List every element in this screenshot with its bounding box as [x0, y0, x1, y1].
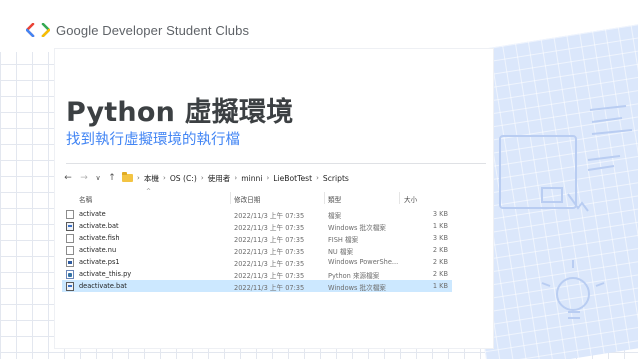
file-type: Windows 批次檔案 [328, 284, 386, 292]
file-row[interactable]: activate.bat 2022/11/3 上午 07:35 Windows … [62, 220, 452, 232]
file-type: Windows 批次檔案 [328, 224, 386, 232]
file-size: 3 KB [432, 210, 448, 218]
address-bar: ← → ∨ ↑ › 本機 › OS (C:) › 使用者 › minni › L… [62, 169, 452, 187]
breadcrumb-users[interactable]: 使用者 [208, 173, 231, 184]
breadcrumb-this-pc[interactable]: 本機 [144, 173, 159, 184]
column-type[interactable]: 類型 [328, 194, 341, 204]
file-row[interactable]: activate.nu 2022/11/3 上午 07:35 NU 檔案 2 K… [62, 244, 452, 256]
breadcrumb-user[interactable]: minni [241, 174, 262, 183]
breadcrumb-project[interactable]: LieBotTest [273, 174, 312, 183]
file-name: activate_this.py [79, 270, 132, 278]
file-date: 2022/11/3 上午 07:35 [234, 236, 305, 244]
sort-caret-icon: ^ [146, 188, 152, 195]
decorative-illustration [499, 105, 633, 319]
file-date: 2022/11/3 上午 07:35 [234, 260, 305, 268]
gdsc-brackets-icon [26, 23, 50, 37]
batch-file-icon [66, 282, 74, 291]
file-date: 2022/11/3 上午 07:35 [234, 224, 305, 232]
file-row-selected[interactable]: deactivate.bat 2022/11/3 上午 07:35 Window… [62, 280, 452, 292]
file-type: Windows PowerShe... [328, 258, 399, 266]
file-row[interactable]: activate 2022/11/3 上午 07:35 檔案 3 KB [62, 208, 452, 220]
file-size: 2 KB [432, 258, 448, 266]
file-icon [66, 234, 74, 243]
file-size: 1 KB [432, 222, 448, 230]
forward-button[interactable]: → [78, 173, 90, 183]
file-size: 2 KB [432, 270, 448, 278]
python-file-icon [66, 270, 74, 279]
file-type: 檔案 [328, 212, 342, 220]
file-name: activate.fish [79, 234, 120, 242]
up-button[interactable]: ↑ [106, 173, 118, 183]
file-icon [66, 246, 74, 255]
file-name: activate.bat [79, 222, 119, 230]
column-date[interactable]: 修改日期 [234, 194, 260, 204]
file-size: 2 KB [432, 246, 448, 254]
column-header: ^ 名稱 修改日期 類型 大小 [62, 188, 452, 205]
file-icon [66, 210, 74, 219]
file-list: activate 2022/11/3 上午 07:35 檔案 3 KB acti… [62, 208, 452, 292]
file-name: activate.nu [79, 246, 117, 254]
file-date: 2022/11/3 上午 07:35 [234, 272, 305, 280]
slide-subtitle: 找到執行虛擬環境的執行檔 [66, 132, 240, 148]
file-size: 3 KB [432, 234, 448, 242]
powershell-file-icon [66, 258, 74, 267]
file-date: 2022/11/3 上午 07:35 [234, 212, 305, 220]
file-row[interactable]: activate_this.py 2022/11/3 上午 07:35 Pyth… [62, 268, 452, 280]
file-date: 2022/11/3 上午 07:35 [234, 284, 305, 292]
recent-locations-dropdown[interactable]: ∨ [92, 174, 104, 182]
breadcrumb-scripts[interactable]: Scripts [323, 174, 349, 183]
file-name: activate [79, 210, 106, 218]
column-name[interactable]: 名稱 [79, 194, 92, 204]
title-divider [66, 163, 486, 164]
slide-title: Python 虛擬環境 [66, 97, 294, 128]
folder-icon [122, 172, 133, 182]
file-row[interactable]: activate.fish 2022/11/3 上午 07:35 FISH 檔案… [62, 232, 452, 244]
batch-file-icon [66, 222, 74, 231]
file-explorer: ← → ∨ ↑ › 本機 › OS (C:) › 使用者 › minni › L… [62, 167, 452, 295]
file-type: NU 檔案 [328, 248, 354, 256]
file-date: 2022/11/3 上午 07:35 [234, 248, 305, 256]
back-button[interactable]: ← [62, 173, 74, 183]
file-type: FISH 檔案 [328, 236, 359, 244]
file-row[interactable]: activate.ps1 2022/11/3 上午 07:35 Windows … [62, 256, 452, 268]
breadcrumb-drive[interactable]: OS (C:) [170, 174, 197, 183]
file-type: Python 來源檔案 [328, 272, 380, 280]
column-size[interactable]: 大小 [404, 194, 417, 204]
gdsc-logo: Google Developer Student Clubs [26, 20, 249, 40]
file-name: activate.ps1 [79, 258, 120, 266]
brand-text: Google Developer Student Clubs [56, 22, 250, 38]
file-size: 1 KB [432, 282, 448, 290]
file-name: deactivate.bat [79, 282, 127, 290]
